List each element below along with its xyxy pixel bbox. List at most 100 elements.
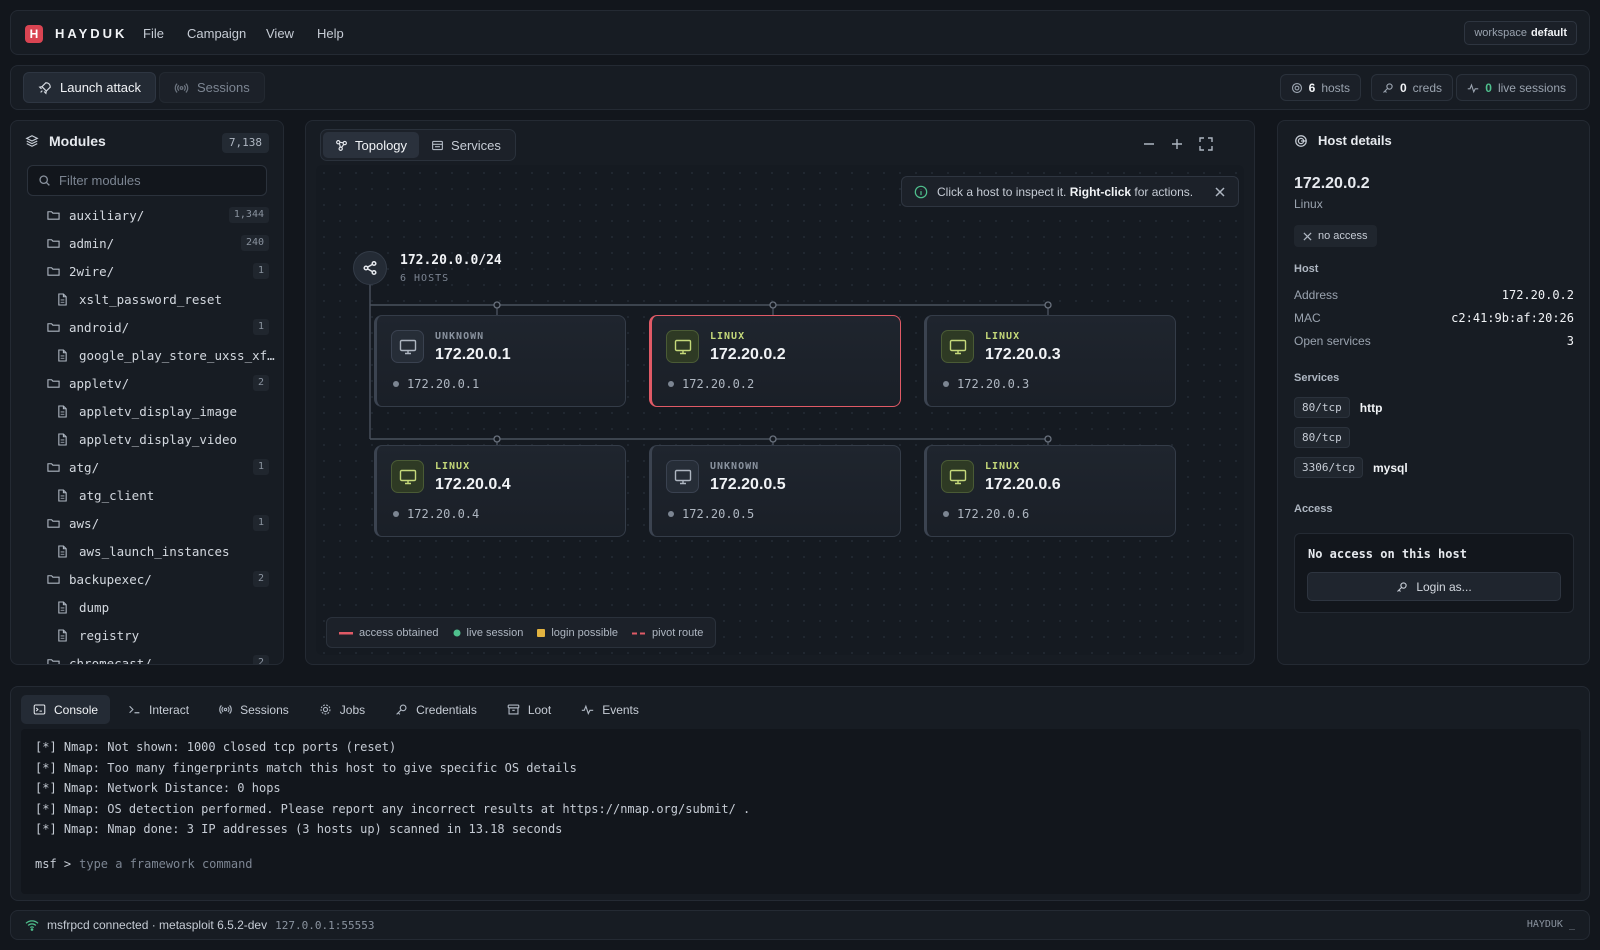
tree-item-count: 2 bbox=[252, 375, 269, 391]
topology-links bbox=[369, 283, 1052, 461]
topology-canvas[interactable]: Click a host to inspect it. Right-click … bbox=[316, 165, 1244, 655]
zoom-out-icon[interactable] bbox=[1140, 135, 1158, 153]
tab-topology[interactable]: Topology bbox=[323, 132, 420, 158]
legend: access obtained live session login possibl… bbox=[326, 617, 717, 648]
host-address: 172.20.0.2 bbox=[668, 377, 754, 391]
tab-services-label: Services bbox=[451, 137, 501, 153]
host-card[interactable]: LINUX 172.20.0.3 172.20.0.3 bbox=[924, 315, 1176, 407]
launch-attack-label: Launch attack bbox=[60, 80, 141, 95]
monitor-icon bbox=[941, 330, 974, 363]
legend-swatch bbox=[453, 629, 461, 637]
login-as-button[interactable]: Login as... bbox=[1307, 572, 1561, 601]
tab-jobs[interactable]: Jobs bbox=[307, 695, 377, 724]
tree-file[interactable]: google_play_store_uxss_xf… bbox=[11, 341, 283, 369]
activity-icon bbox=[581, 703, 594, 716]
address-row: Address 172.20.0.2 bbox=[1294, 288, 1574, 302]
access-status-badge: no access bbox=[1294, 225, 1377, 247]
host-details-panel: Host details 172.20.0.2 Linux no access … bbox=[1277, 120, 1590, 665]
launch-attack-button[interactable]: Launch attack bbox=[23, 72, 156, 103]
creds-stat[interactable]: 0 creds bbox=[1370, 74, 1453, 101]
folder-icon bbox=[47, 377, 61, 389]
tab-console[interactable]: Console bbox=[21, 695, 111, 724]
service-port: 80/tcp bbox=[1294, 397, 1350, 418]
host-card[interactable]: LINUX 172.20.0.2 172.20.0.2 bbox=[649, 315, 901, 407]
app-logo: H bbox=[25, 25, 43, 43]
filter-modules-field[interactable] bbox=[27, 165, 267, 196]
search-icon bbox=[38, 174, 51, 187]
tree-folder[interactable]: 2wire/1 bbox=[11, 257, 283, 285]
folder-icon bbox=[47, 573, 61, 585]
service-row[interactable]: 80/tcp bbox=[1294, 427, 1360, 448]
tree-file[interactable]: dump bbox=[11, 593, 283, 621]
tree-item-label: appletv_display_video bbox=[79, 431, 238, 447]
folder-icon bbox=[47, 265, 61, 277]
terminal-icon bbox=[33, 703, 46, 716]
tree-folder[interactable]: appletv/2 bbox=[11, 369, 283, 397]
tree-file[interactable]: atg_client bbox=[11, 481, 283, 509]
tree-folder[interactable]: android/1 bbox=[11, 313, 283, 341]
sessions-button[interactable]: Sessions bbox=[159, 72, 265, 103]
service-port: 3306/tcp bbox=[1294, 457, 1363, 478]
tree-file[interactable]: appletv_display_video bbox=[11, 425, 283, 453]
tree-item-count: 1 bbox=[252, 263, 269, 279]
tree-folder[interactable]: backupexec/2 bbox=[11, 565, 283, 593]
fullscreen-icon[interactable] bbox=[1197, 135, 1215, 153]
host-card[interactable]: UNKNOWN 172.20.0.1 172.20.0.1 bbox=[374, 315, 626, 407]
menu-help[interactable]: Help bbox=[317, 25, 344, 43]
tree-file[interactable]: xslt_password_reset bbox=[11, 285, 283, 313]
console-line: [*] Nmap: Too many fingerprints match th… bbox=[35, 760, 577, 775]
tree-file[interactable]: appletv_display_image bbox=[11, 397, 283, 425]
host-ip: 172.20.0.6 bbox=[985, 476, 1061, 493]
host-os: LINUX bbox=[985, 461, 1021, 472]
modules-title: Modules bbox=[49, 133, 106, 149]
tree-folder[interactable]: aws/1 bbox=[11, 509, 283, 537]
mac-label: MAC bbox=[1294, 311, 1321, 325]
tree-item-label: auxiliary/ bbox=[69, 207, 145, 223]
menu-file[interactable]: File bbox=[143, 25, 164, 43]
folder-icon bbox=[47, 517, 61, 529]
tree-item-label: 2wire/ bbox=[69, 263, 115, 279]
folder-icon bbox=[47, 209, 61, 221]
tree-folder[interactable]: admin/240 bbox=[11, 229, 283, 257]
tab-loot[interactable]: Loot bbox=[495, 695, 563, 724]
modules-count: 7,138 bbox=[221, 133, 269, 153]
target-icon bbox=[1291, 82, 1303, 94]
filter-modules-input[interactable] bbox=[59, 173, 249, 188]
service-row[interactable]: 3306/tcp mysql bbox=[1294, 457, 1408, 478]
host-card[interactable]: UNKNOWN 172.20.0.5 172.20.0.5 bbox=[649, 445, 901, 537]
host-card[interactable]: LINUX 172.20.0.6 172.20.0.6 bbox=[924, 445, 1176, 537]
mac-row: MAC c2:41:9b:af:20:26 bbox=[1294, 311, 1574, 325]
tab-sessions[interactable]: Sessions bbox=[207, 695, 301, 724]
toolbar: Launch attack Sessions 6 hosts 0 creds 0… bbox=[10, 65, 1590, 110]
tree-folder[interactable]: atg/1 bbox=[11, 453, 283, 481]
host-address-label: 172.20.0.6 bbox=[957, 507, 1030, 521]
workspace-selector[interactable]: workspace default bbox=[1464, 21, 1577, 45]
tree-folder[interactable]: auxiliary/1,344 bbox=[11, 201, 283, 229]
service-row[interactable]: 80/tcp http bbox=[1294, 397, 1382, 418]
status-dot bbox=[668, 511, 674, 517]
tree-folder[interactable]: chromecast/2 bbox=[11, 649, 283, 664]
menu-view[interactable]: View bbox=[266, 25, 294, 43]
zoom-in-icon[interactable] bbox=[1168, 135, 1186, 153]
service-name: mysql bbox=[1372, 460, 1408, 475]
tree-item-label: google_play_store_uxss_xf… bbox=[79, 347, 275, 363]
console-panel: Console Interact Sessions Jobs Credentia… bbox=[10, 686, 1590, 901]
live-sessions-stat[interactable]: 0 live sessions bbox=[1456, 74, 1577, 101]
host-os: LINUX bbox=[710, 331, 746, 342]
host-card[interactable]: LINUX 172.20.0.4 172.20.0.4 bbox=[374, 445, 626, 537]
command-input[interactable] bbox=[79, 857, 680, 871]
share-icon[interactable] bbox=[353, 251, 387, 285]
tab-services[interactable]: Services bbox=[419, 132, 513, 158]
tree-file[interactable]: aws_launch_instances bbox=[11, 537, 283, 565]
tree-file[interactable]: registry bbox=[11, 621, 283, 649]
activity-icon bbox=[1467, 82, 1479, 94]
connection-status: msfrpcd connected · metasploit 6.5.2-dev… bbox=[25, 918, 374, 932]
tab-credentials[interactable]: Credentials bbox=[383, 695, 489, 724]
tab-events[interactable]: Events bbox=[569, 695, 651, 724]
hosts-stat[interactable]: 6 hosts bbox=[1279, 74, 1361, 101]
file-icon bbox=[57, 600, 71, 614]
console-line: [*] Nmap: Not shown: 1000 closed tcp por… bbox=[35, 740, 397, 754]
tab-interact[interactable]: Interact bbox=[116, 695, 201, 724]
menu-campaign[interactable]: Campaign bbox=[187, 25, 246, 43]
file-icon bbox=[57, 488, 71, 502]
